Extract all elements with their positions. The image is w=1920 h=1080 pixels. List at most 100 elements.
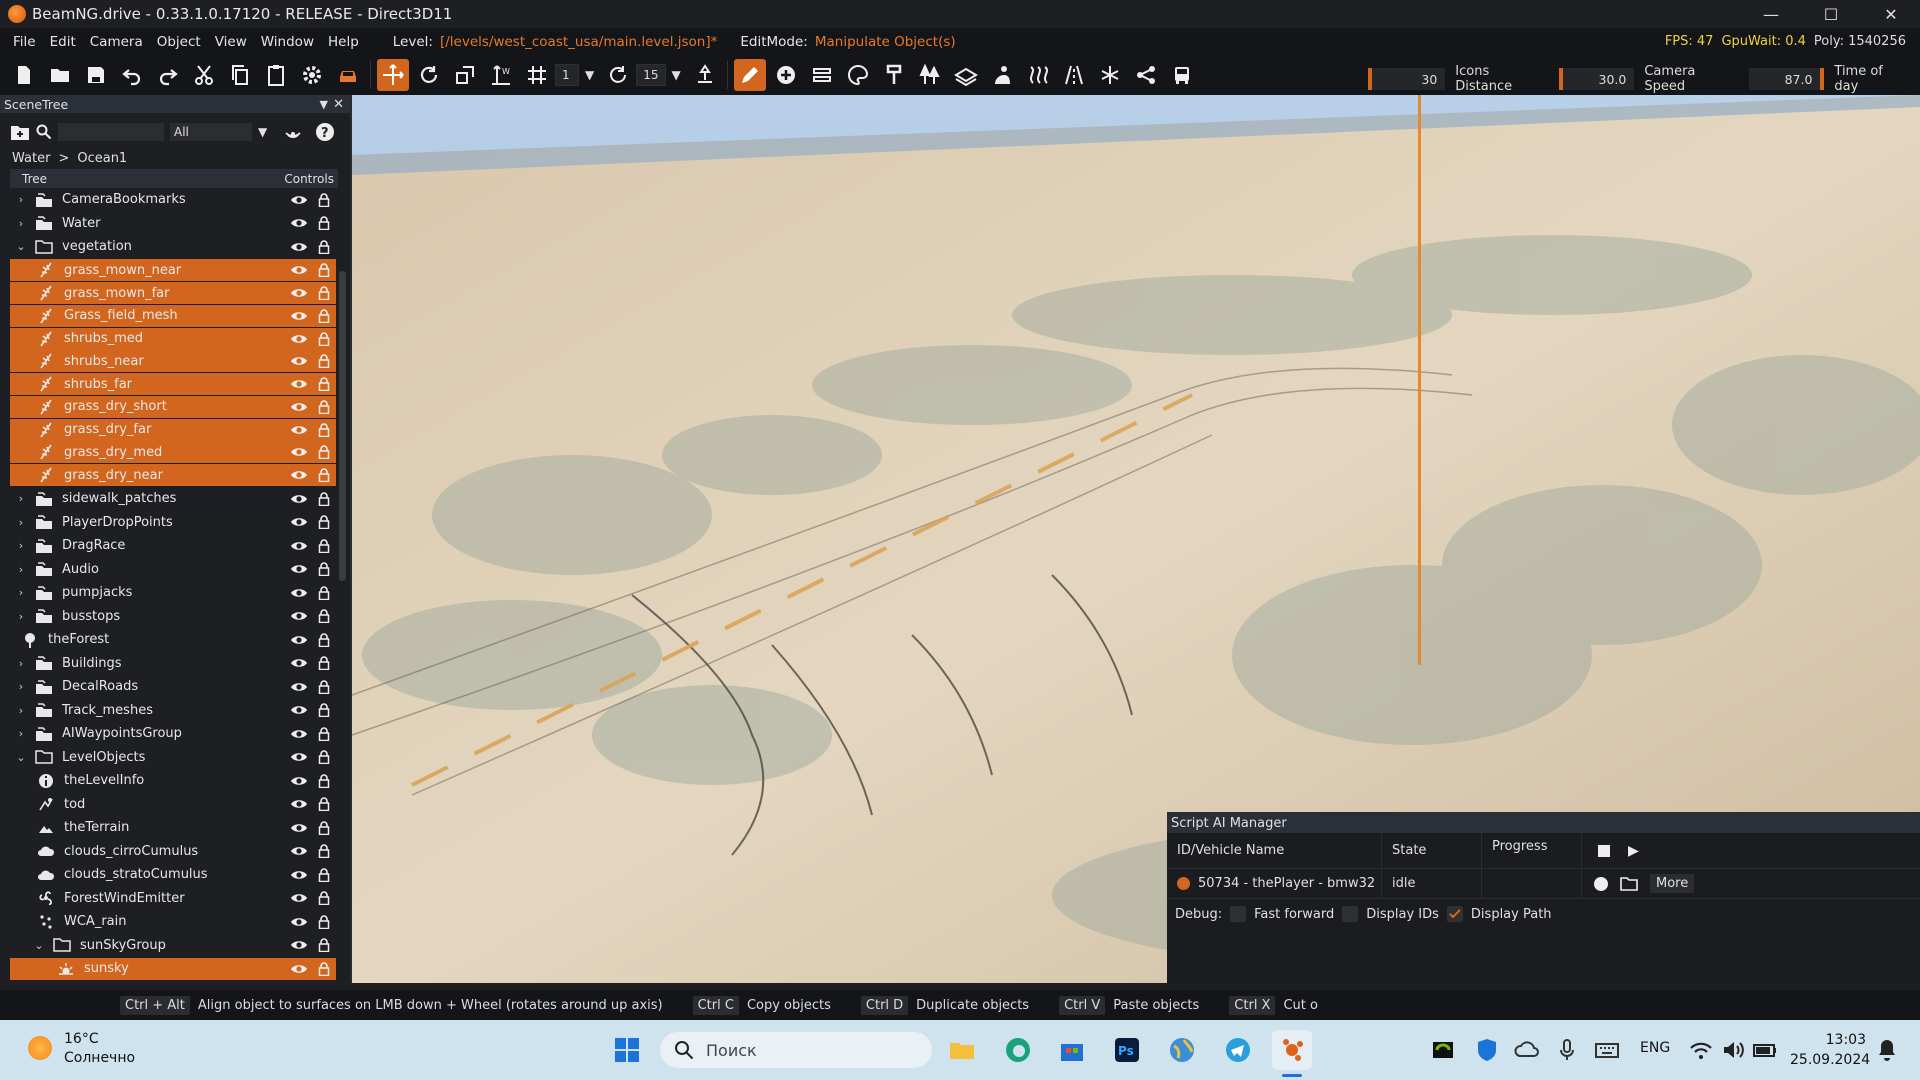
mesh-road-icon[interactable] xyxy=(950,59,982,91)
tree-row[interactable]: › AIWaypointsGroup xyxy=(10,722,336,746)
system-clock[interactable]: 13:03 25.09.2024 xyxy=(1790,1030,1870,1070)
rotation-snap-dropdown-icon[interactable]: ▼ xyxy=(672,68,681,82)
more-button[interactable]: More xyxy=(1650,874,1695,893)
broadcast-icon[interactable] xyxy=(283,122,303,142)
beamng-taskbar-icon[interactable] xyxy=(1272,1030,1312,1070)
expand-chevron-right-icon[interactable]: › xyxy=(14,586,28,599)
new-group-icon[interactable] xyxy=(10,123,30,141)
edge-browser-icon[interactable] xyxy=(998,1030,1038,1070)
visibility-eye-icon[interactable] xyxy=(290,775,308,787)
display-path-checkbox[interactable] xyxy=(1446,906,1463,922)
rotation-snap-value[interactable]: 15 xyxy=(636,64,666,86)
lock-icon[interactable] xyxy=(318,891,330,906)
decal-icon[interactable] xyxy=(878,59,910,91)
volume-tray-icon[interactable] xyxy=(1718,1030,1748,1070)
menu-window[interactable]: Window xyxy=(254,34,321,50)
visibility-eye-icon[interactable] xyxy=(290,704,308,716)
stop-icon[interactable] xyxy=(1598,844,1610,857)
expand-chevron-down-icon[interactable]: ⌄ xyxy=(14,751,28,764)
visibility-eye-icon[interactable] xyxy=(290,798,308,810)
tree-row[interactable]: grass_mown_far xyxy=(10,282,336,304)
lock-icon[interactable] xyxy=(318,867,330,882)
tree-row[interactable]: clouds_cirroCumulus xyxy=(10,839,336,863)
visibility-eye-icon[interactable] xyxy=(290,424,308,436)
icon-size-slider[interactable]: 30 xyxy=(1368,68,1446,90)
undo-icon[interactable] xyxy=(116,59,148,91)
weather-widget[interactable]: 16°C Солнечно xyxy=(64,1030,135,1068)
maximize-icon[interactable]: ☐ xyxy=(1802,0,1860,28)
breadcrumb-item[interactable]: Water xyxy=(12,151,50,166)
expand-chevron-right-icon[interactable]: › xyxy=(14,539,28,552)
telegram-icon[interactable] xyxy=(1218,1030,1258,1070)
menu-file[interactable]: File xyxy=(6,34,43,50)
filter-select[interactable]: All xyxy=(170,123,252,141)
tree-row[interactable]: theTerrain xyxy=(10,816,336,840)
expand-chevron-right-icon[interactable]: › xyxy=(14,563,28,576)
tree-row[interactable]: grass_dry_short xyxy=(10,395,336,418)
panel-close-icon[interactable]: ✕ xyxy=(333,97,344,112)
visibility-eye-icon[interactable] xyxy=(290,310,308,322)
open-folder-icon[interactable] xyxy=(44,59,76,91)
lock-icon[interactable] xyxy=(318,491,330,506)
visibility-eye-icon[interactable] xyxy=(290,892,308,904)
lock-icon[interactable] xyxy=(318,961,330,976)
vehicle-bus-icon[interactable] xyxy=(1166,59,1198,91)
paste-icon[interactable] xyxy=(260,59,292,91)
tree-row[interactable]: shrubs_near xyxy=(10,350,336,373)
wifi-tray-icon[interactable] xyxy=(1686,1030,1716,1070)
rotation-snap-icon[interactable] xyxy=(602,59,634,91)
lock-icon[interactable] xyxy=(318,750,330,765)
tree-row[interactable]: › sidewalk_patches xyxy=(10,487,336,511)
tree-row[interactable]: ⌄ vegetation xyxy=(10,235,336,259)
visibility-eye-icon[interactable] xyxy=(290,822,308,834)
surface-snap-icon[interactable] xyxy=(689,59,721,91)
lock-icon[interactable] xyxy=(318,844,330,859)
lock-icon[interactable] xyxy=(318,309,330,323)
cloud-tray-icon[interactable] xyxy=(1512,1030,1542,1070)
lock-icon[interactable] xyxy=(318,354,330,369)
close-icon[interactable]: ✕ xyxy=(1862,0,1920,28)
expand-chevron-down-icon[interactable]: ⌄ xyxy=(32,939,46,952)
lock-icon[interactable] xyxy=(318,703,330,718)
file-explorer-icon[interactable] xyxy=(942,1030,982,1070)
lock-icon[interactable] xyxy=(318,515,330,530)
minimize-icon[interactable]: — xyxy=(1742,0,1800,28)
new-file-icon[interactable] xyxy=(8,59,40,91)
visibility-eye-icon[interactable] xyxy=(290,845,308,857)
lock-icon[interactable] xyxy=(318,914,330,929)
visibility-eye-icon[interactable] xyxy=(290,634,308,646)
microsoft-store-icon[interactable] xyxy=(1052,1030,1092,1070)
editmode-value[interactable]: Manipulate Object(s) xyxy=(815,34,956,50)
node-graph-icon[interactable] xyxy=(1130,59,1162,91)
lock-icon[interactable] xyxy=(318,797,330,812)
expand-chevron-right-icon[interactable]: › xyxy=(14,680,28,693)
tree-row[interactable]: grass_dry_far xyxy=(10,418,336,441)
visibility-eye-icon[interactable] xyxy=(290,264,308,276)
ai-vehicle-row[interactable]: 50734 - thePlayer - bmw32 idle More xyxy=(1167,869,1920,899)
visibility-eye-icon[interactable] xyxy=(290,963,308,975)
visibility-eye-icon[interactable] xyxy=(290,869,308,881)
tree-row[interactable]: tod xyxy=(10,792,336,816)
sun-weather-icon[interactable] xyxy=(28,1036,52,1060)
visibility-eye-icon[interactable] xyxy=(290,493,308,505)
visibility-eye-icon[interactable] xyxy=(290,516,308,528)
tree-row[interactable]: WCA_rain xyxy=(10,910,336,934)
tree-row[interactable]: ⌄ sunSkyGroup xyxy=(10,933,336,957)
visibility-eye-icon[interactable] xyxy=(290,916,308,928)
lock-icon[interactable] xyxy=(318,377,330,392)
expand-chevron-right-icon[interactable]: › xyxy=(14,704,28,717)
tree-row[interactable]: grass_dry_near xyxy=(10,464,336,486)
lock-icon[interactable] xyxy=(318,585,330,600)
grid-snap-dropdown-icon[interactable]: ▼ xyxy=(585,68,594,82)
menu-object[interactable]: Object xyxy=(150,34,208,50)
lock-icon[interactable] xyxy=(318,422,330,437)
tree-row[interactable]: › busstops xyxy=(10,604,336,628)
expand-chevron-right-icon[interactable]: › xyxy=(14,727,28,740)
lock-icon[interactable] xyxy=(318,773,330,788)
nvidia-tray-icon[interactable] xyxy=(1428,1030,1458,1070)
visibility-eye-icon[interactable] xyxy=(290,681,308,693)
tree-row[interactable]: Grass_field_mesh xyxy=(10,304,336,327)
tree-row[interactable]: › CameraBookmarks xyxy=(10,188,336,212)
grid-snap-value[interactable]: 1 xyxy=(555,64,579,86)
visibility-eye-icon[interactable] xyxy=(290,939,308,951)
